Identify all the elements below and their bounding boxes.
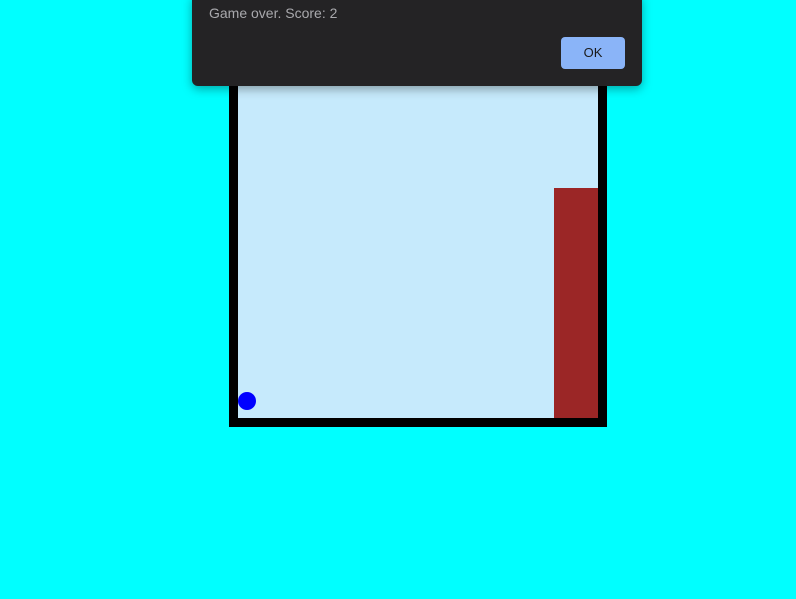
game-over-dialog: Game over. Score: 2 OK (192, 0, 642, 86)
obstacle-wall (554, 188, 598, 418)
game-frame (229, 60, 607, 427)
player-ball (238, 392, 256, 410)
dialog-message: Game over. Score: 2 (209, 5, 338, 21)
game-canvas[interactable] (238, 69, 598, 418)
ok-button[interactable]: OK (561, 37, 625, 69)
